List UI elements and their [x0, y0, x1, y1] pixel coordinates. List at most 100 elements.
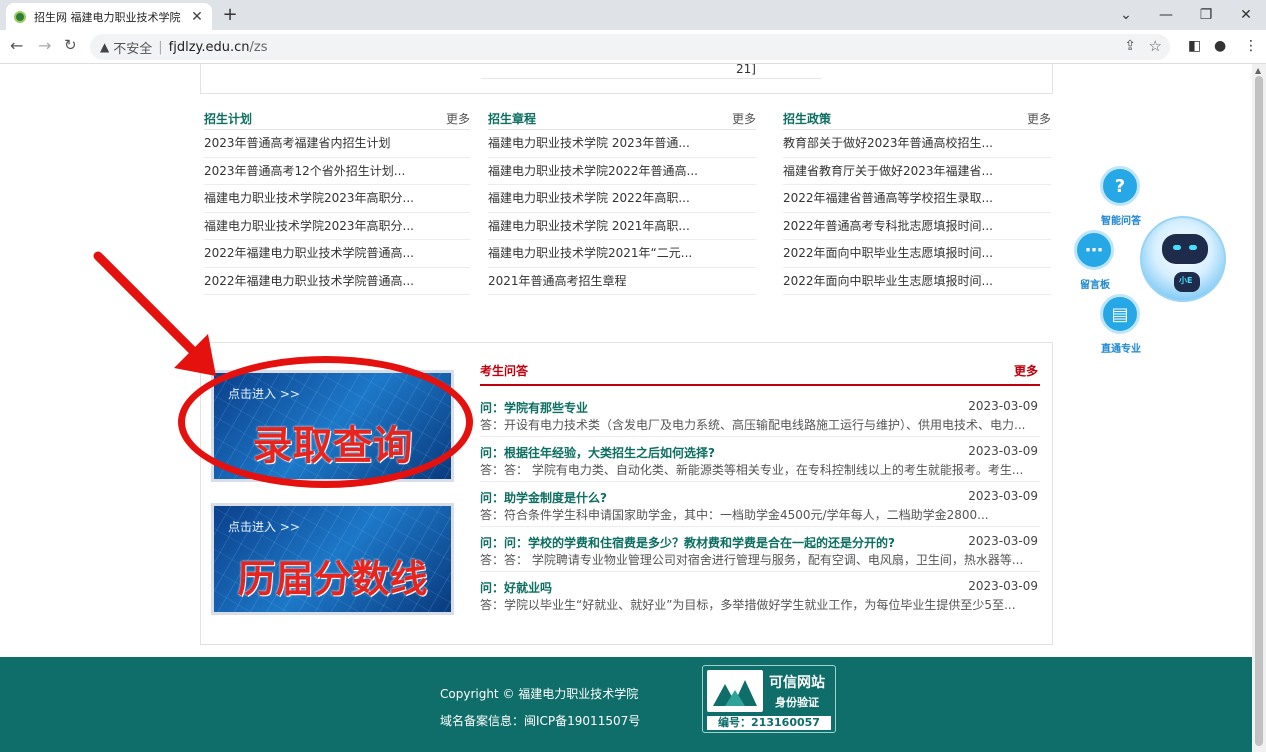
qa-date: 2023-03-09 [968, 534, 1038, 548]
close-window-button[interactable]: ✕ [1226, 7, 1266, 23]
qa-item: 问：问：学校的学费和住宿费是多少？教材费和学费是合在一起的还是分开的? 2023… [480, 527, 1040, 572]
omnibox-divider: | [158, 39, 163, 55]
qa-date: 2023-03-09 [968, 444, 1038, 458]
qa-header: 考生问答 更多 [480, 354, 1040, 386]
url-path[interactable]: /zs [250, 40, 268, 55]
new-tab-button[interactable]: + [222, 4, 238, 25]
list-item[interactable]: 2023年普通高考福建省内招生计划 [204, 130, 470, 158]
icp-record-link[interactable]: 域名备案信息：闽ICP备19011507号 [440, 712, 640, 729]
robot-eye [1189, 245, 1197, 250]
column-admission-policy: 招生政策 更多 教育部关于做好2023年普通高校招生... 福建省教育厅关于做好… [783, 106, 1051, 296]
robot-eye [1173, 245, 1181, 250]
list-item[interactable]: 福建省教育厅关于做好2023年福建省... [783, 158, 1051, 185]
tab-title: 招生网 福建电力职业技术学院 [34, 10, 181, 24]
robot-face [1162, 234, 1208, 264]
banner-enter-label: 点击进入 >> [228, 520, 300, 534]
helper-label[interactable]: 智能问答 [1101, 212, 1141, 227]
qa-section: 考生问答 更多 问：学院有那些专业 2023-03-09 答：开设有电力技术类（… [480, 354, 1040, 617]
chat-bubble-icon: ⋯ [1085, 239, 1103, 261]
qa-item: 问：好就业吗 2023-03-09 答：学院以毕业生“好就业、就好业”为目标，多… [480, 572, 1040, 617]
reload-icon[interactable]: ↻ [64, 36, 77, 54]
qa-answer: 答：符合条件学生科申请国家助学金，其中：一档助学金4500元/学年每人，二档助学… [480, 508, 989, 522]
list-item[interactable]: 教育部关于做好2023年普通高校招生... [783, 130, 1051, 158]
trusted-site-logo-icon [707, 670, 763, 712]
list-item[interactable]: 2022年福建电力职业技术学院普通高... [204, 268, 470, 295]
banner-title: 历届分数线 [237, 557, 428, 601]
omnibox[interactable]: ▲ 不安全 | fjdlzy.edu.cn /zs ⇪ ☆ [90, 34, 1170, 60]
list-item[interactable]: 福建电力职业技术学院2021年“二元... [488, 240, 756, 268]
top-section-box: 21] [200, 64, 1053, 94]
qa-question[interactable]: 问：好就业吗 [480, 579, 552, 596]
not-secure-warning-icon[interactable]: ▲ [100, 40, 109, 54]
robot-body: 小E [1174, 272, 1200, 292]
helper-label[interactable]: 直通专业 [1101, 340, 1141, 355]
list-item[interactable]: 2023年普通高考12个省外招生计划... [204, 158, 470, 185]
column-header: 招生计划 更多 [204, 106, 470, 130]
robot-assistant-avatar[interactable]: 小E [1140, 216, 1226, 302]
qa-title[interactable]: 考生问答 [480, 362, 528, 379]
qa-answer: 答：学院以毕业生“好就业、就好业”为目标，多举措做好学生就业工作，为每位毕业生提… [480, 598, 1016, 612]
tab-search-icon[interactable]: ⌄ [1106, 7, 1146, 23]
column-title[interactable]: 招生章程 [488, 110, 536, 127]
list-item[interactable]: 2022年福建电力职业技术学院普通高... [204, 240, 470, 268]
list-item[interactable]: 2022年面向中职毕业生志愿填报时间... [783, 240, 1051, 268]
helper-label[interactable]: 留言板 [1080, 276, 1110, 291]
column-title[interactable]: 招生计划 [204, 110, 252, 127]
list-item[interactable]: 2022年福建省普通高等学校招生录取... [783, 185, 1051, 213]
trust-subtitle: 身份验证 [775, 696, 819, 709]
qa-date: 2023-03-09 [968, 489, 1038, 503]
qa-item: 问：学院有那些专业 2023-03-09 答：开设有电力技术类（含发电厂及电力系… [480, 392, 1040, 437]
majors-button[interactable]: ▤ [1100, 294, 1140, 334]
browser-tab[interactable]: 招生网 福建电力职业技术学院 ✕ [6, 3, 212, 30]
minimize-button[interactable]: — [1146, 7, 1186, 23]
message-board-button[interactable]: ⋯ [1074, 230, 1114, 270]
page-content: 21] 招生计划 更多 2023年普通高考福建省内招生计划 2023年普通高考1… [0, 64, 1252, 752]
security-label[interactable]: 不安全 [113, 38, 152, 57]
trusted-site-badge[interactable]: 可信网站 身份验证 编号：213160057 [702, 665, 836, 733]
qa-question[interactable]: 问：学院有那些专业 [480, 399, 588, 416]
side-panel-icon[interactable]: ◧ [1188, 38, 1201, 54]
share-icon[interactable]: ⇪ [1124, 38, 1136, 54]
list-item[interactable]: 2021年普通高考招生章程 [488, 268, 756, 295]
column-admission-plan: 招生计划 更多 2023年普通高考福建省内招生计划 2023年普通高考12个省外… [204, 106, 470, 296]
qa-more-link[interactable]: 更多 [1014, 362, 1038, 379]
qa-question[interactable]: 问：助学金制度是什么? [480, 489, 607, 506]
profile-avatar-icon[interactable]: ● [1214, 38, 1226, 54]
back-arrow-icon[interactable]: ← [10, 36, 23, 55]
qa-question[interactable]: 问：问：学校的学费和住宿费是多少？教材费和学费是合在一起的还是分开的? [480, 534, 895, 551]
list-item[interactable]: 2022年普通高考专科批志愿填报时间... [783, 213, 1051, 240]
smart-qa-button[interactable]: ? [1100, 166, 1140, 206]
past-scores-banner[interactable]: 点击进入 >> 历届分数线 [211, 503, 454, 615]
list-item[interactable]: 福建电力职业技术学院 2022年高职... [488, 185, 756, 213]
top-fragment-text: 21] [481, 64, 821, 79]
url-host[interactable]: fjdlzy.edu.cn [169, 40, 250, 55]
list-item[interactable]: 福建电力职业技术学院2023年高职分... [204, 213, 470, 240]
bookmark-star-icon[interactable]: ☆ [1149, 37, 1162, 55]
more-link[interactable]: 更多 [1027, 110, 1051, 127]
column-header: 招生政策 更多 [783, 106, 1051, 130]
restore-button[interactable]: ❐ [1186, 7, 1226, 23]
admission-query-banner[interactable]: 点击进入 >> 录取查询 [211, 370, 454, 482]
list-item[interactable]: 福建电力职业技术学院2022年普通高... [488, 158, 756, 185]
tab-close-icon[interactable]: ✕ [190, 9, 204, 25]
list-item[interactable]: 福建电力职业技术学院 2021年高职... [488, 213, 756, 240]
trust-number: 编号：213160057 [707, 716, 831, 730]
qa-answer: 答：答： 学院聘请专业物业管理公司对宿舍进行管理与服务，配有空调、电风扇，卫生间… [480, 553, 1024, 567]
banner-title: 录取查询 [252, 423, 413, 469]
more-link[interactable]: 更多 [446, 110, 470, 127]
qa-item: 问：助学金制度是什么? 2023-03-09 答：符合条件学生科申请国家助学金，… [480, 482, 1040, 527]
scroll-up-arrow-icon[interactable]: ▲ [1255, 66, 1261, 75]
qa-question[interactable]: 问：根据往年经验，大类招生之后如何选择? [480, 444, 715, 461]
browser-menu-icon[interactable]: ⋮ [1244, 38, 1258, 54]
list-item[interactable]: 福建电力职业技术学院 2023年普通... [488, 130, 756, 158]
vertical-scrollbar[interactable]: ▲ [1252, 64, 1266, 752]
qa-answer: 答：答： 学院有电力类、自动化类、新能源类等相关专业，在专科控制线以上的考生就能… [480, 463, 1024, 477]
scrollbar-thumb[interactable] [1255, 76, 1263, 746]
more-link[interactable]: 更多 [732, 110, 756, 127]
column-title[interactable]: 招生政策 [783, 110, 831, 127]
column-header: 招生章程 更多 [488, 106, 756, 130]
trust-title: 可信网站 [769, 675, 825, 691]
list-item[interactable]: 2022年面向中职毕业生志愿填报时间... [783, 268, 1051, 295]
forward-arrow-icon[interactable]: → [38, 36, 51, 55]
list-item[interactable]: 福建电力职业技术学院2023年高职分... [204, 185, 470, 213]
